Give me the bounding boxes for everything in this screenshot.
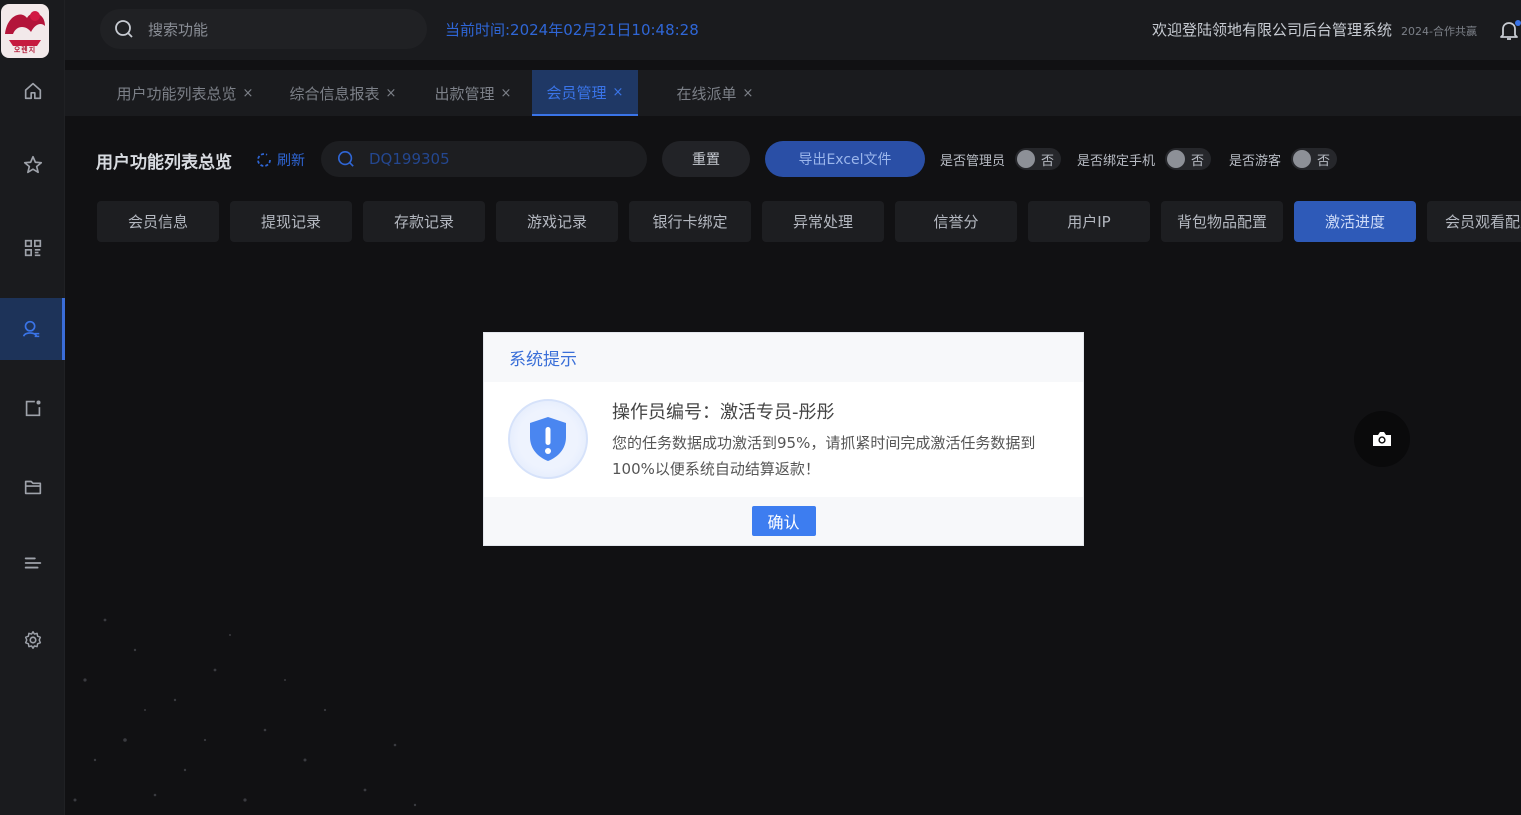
close-icon[interactable]: × xyxy=(613,85,624,100)
toggle-phone-bound: 是否绑定手机 否 xyxy=(1077,148,1212,170)
bell-icon xyxy=(1500,20,1521,40)
sidebar-item-list[interactable] xyxy=(0,532,65,594)
export-excel-button[interactable]: 导出Excel文件 xyxy=(765,141,925,177)
close-icon[interactable]: × xyxy=(501,86,512,101)
subtab-exception[interactable]: 异常处理 xyxy=(762,201,884,242)
home-icon xyxy=(24,82,41,100)
toggle-label: 是否管理员 xyxy=(940,153,1006,169)
close-icon[interactable]: × xyxy=(386,86,397,101)
subtab-credit-score[interactable]: 信誉分 xyxy=(895,201,1017,242)
global-search-placeholder: 搜索功能 xyxy=(148,20,209,39)
subtab-member-viewing-config[interactable]: 会员观看配置 xyxy=(1427,201,1521,242)
close-icon[interactable]: × xyxy=(243,86,254,101)
sidebar-item-apps[interactable] xyxy=(0,217,65,279)
shield-warning-icon xyxy=(508,399,588,479)
sidebar-item-home[interactable] xyxy=(0,60,65,122)
top-header: 搜索功能 当前时间:2024年02月21日10:48:28 欢迎登陆领地有限公司… xyxy=(65,0,1521,60)
subtab-deposit-records[interactable]: 存款记录 xyxy=(363,201,485,242)
confirm-button[interactable]: 确认 xyxy=(751,506,816,536)
subtab-game-records[interactable]: 游戏记录 xyxy=(496,201,618,242)
reset-button[interactable]: 重置 xyxy=(662,141,750,177)
switch-value: 否 xyxy=(1191,153,1205,169)
copyright-text: 2024-合作共赢 xyxy=(1401,25,1477,38)
switch-value: 否 xyxy=(1317,153,1331,169)
welcome-text: 欢迎登陆领地有限公司后台管理系统 xyxy=(1152,21,1393,39)
refresh-icon xyxy=(257,153,271,167)
subtab-bank-card[interactable]: 银行卡绑定 xyxy=(629,201,751,242)
sidebar-item-files[interactable] xyxy=(0,456,65,518)
switch-value: 否 xyxy=(1041,153,1055,169)
subtab-backpack-config[interactable]: 背包物品配置 xyxy=(1161,201,1283,242)
sidebar-item-favorites[interactable] xyxy=(0,134,65,196)
tab-label: 出款管理 xyxy=(434,84,495,103)
tab-label: 用户功能列表总览 xyxy=(116,84,237,103)
tab-dispatch[interactable]: 在线派单 × xyxy=(670,70,760,116)
settings-icon xyxy=(24,631,41,649)
subtab-activation-progress[interactable]: 激活进度 xyxy=(1294,201,1416,242)
folder-icon xyxy=(24,480,41,495)
sidebar-item-members[interactable] xyxy=(0,298,65,360)
phone-bound-switch[interactable]: 否 xyxy=(1165,148,1212,170)
notification-button[interactable] xyxy=(1497,18,1521,46)
is-admin-switch[interactable]: 否 xyxy=(1015,148,1062,170)
member-search-input[interactable]: DQ199305 xyxy=(321,141,647,177)
tab-payout[interactable]: 出款管理 × xyxy=(426,70,520,116)
subtab-member-info[interactable]: 会员信息 xyxy=(97,201,219,242)
camera-icon xyxy=(1373,432,1391,446)
tab-label: 在线派单 xyxy=(676,84,737,103)
member-search-value: DQ199305 xyxy=(369,150,450,168)
tab-label: 综合信息报表 xyxy=(289,84,380,103)
dialog-message: 您的任务数据成功激活到95%，请抓紧时间完成激活任务数据到100%以便系统自动结… xyxy=(612,434,1036,478)
subtab-withdraw-records[interactable]: 提现记录 xyxy=(230,201,352,242)
tab-label: 会员管理 xyxy=(546,83,607,102)
sidebar-item-notes[interactable] xyxy=(0,377,65,439)
page-title: 用户功能列表总览 xyxy=(96,153,232,173)
screenshot-button[interactable] xyxy=(1354,411,1410,467)
toggle-is-guest: 是否游客 否 xyxy=(1229,148,1338,170)
switch-knob xyxy=(1167,150,1186,168)
user-icon xyxy=(22,320,40,338)
dialog-header: 系统提示 xyxy=(484,333,1083,382)
toggle-is-admin: 是否管理员 否 xyxy=(940,148,1062,170)
refresh-button[interactable]: 刷新 xyxy=(255,150,305,170)
edit-note-icon xyxy=(25,400,41,417)
logo-text: 오렌지 xyxy=(13,46,37,54)
refresh-label: 刷新 xyxy=(277,153,305,169)
toggle-label: 是否绑定手机 xyxy=(1077,153,1156,169)
dialog-heading: 操作员编号：激活专员-彤彤 xyxy=(612,402,835,423)
switch-knob xyxy=(1017,150,1036,168)
search-icon xyxy=(337,150,354,167)
grid-icon xyxy=(24,239,41,257)
star-icon xyxy=(23,155,42,174)
current-time: 当前时间:2024年02月21日10:48:28 xyxy=(445,21,699,39)
close-icon[interactable]: × xyxy=(743,86,754,101)
tab-bar: 用户功能列表总览 × 综合信息报表 × 出款管理 × 会员管理 × 在线派单 × xyxy=(65,70,1521,116)
tab-user-function-overview[interactable]: 用户功能列表总览 × xyxy=(105,70,265,116)
subtab-user-ip[interactable]: 用户IP xyxy=(1028,201,1150,242)
dialog-footer: 确认 xyxy=(484,497,1083,545)
dialog-title: 系统提示 xyxy=(509,350,577,370)
sidebar: 오렌지 xyxy=(0,0,65,815)
toggle-label: 是否游客 xyxy=(1229,153,1282,169)
system-alert-dialog: 系统提示 操作员编号：激活专员-彤彤 您的任务数据成功激活到95%，请抓紧时间完… xyxy=(483,332,1084,546)
global-search[interactable]: 搜索功能 xyxy=(100,9,427,49)
is-guest-switch[interactable]: 否 xyxy=(1291,148,1338,170)
tab-report[interactable]: 综合信息报表 × xyxy=(282,70,404,116)
sidebar-item-settings[interactable] xyxy=(0,609,65,671)
switch-knob xyxy=(1293,150,1312,168)
app-logo[interactable]: 오렌지 xyxy=(1,4,49,58)
tab-member-management[interactable]: 会员管理 × xyxy=(532,70,638,116)
search-icon xyxy=(115,20,133,38)
background-dots xyxy=(73,618,417,807)
list-icon xyxy=(24,557,41,569)
dialog-body: 操作员编号：激活专员-彤彤 您的任务数据成功激活到95%，请抓紧时间完成激活任务… xyxy=(484,382,1083,497)
